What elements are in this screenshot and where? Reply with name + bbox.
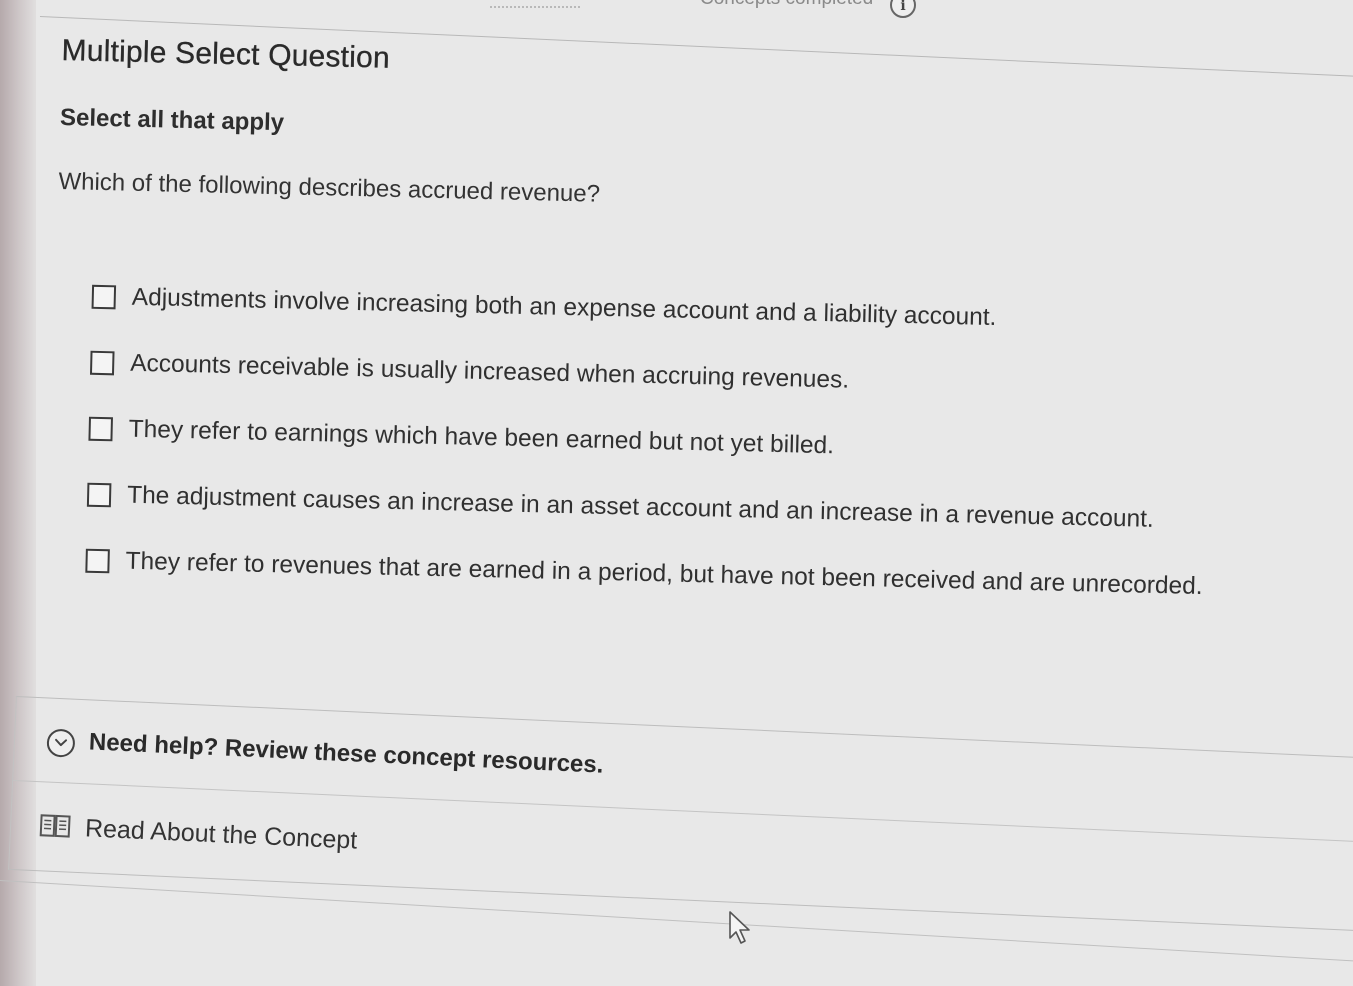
question-prompt: Which of the following describes accrued… xyxy=(58,167,601,208)
top-bar: Concepts completed i xyxy=(40,0,1353,18)
question-instruction: Select all that apply xyxy=(59,103,285,137)
chevron-down-icon[interactable] xyxy=(46,728,76,758)
answer-options: Adjustments involve increasing both an e… xyxy=(85,277,1353,611)
info-button[interactable]: i xyxy=(890,0,916,18)
question-card: Multiple Select Question Select all that… xyxy=(49,34,1353,636)
answer-option-label: They refer to earnings which have been e… xyxy=(128,415,835,460)
answer-option[interactable]: Adjustments involve increasing both an e… xyxy=(91,277,1353,347)
concept-resources-title: Need help? Review these concept resource… xyxy=(88,728,604,779)
mouse-pointer-icon xyxy=(728,910,754,951)
answer-checkbox[interactable] xyxy=(85,548,110,574)
answer-checkbox[interactable] xyxy=(91,284,117,310)
concepts-status-text: Concepts completed xyxy=(700,0,873,10)
answer-option[interactable]: They refer to revenues that are earned i… xyxy=(85,541,1350,611)
progress-indicator xyxy=(490,0,580,8)
answer-option-label: Accounts receivable is usually increased… xyxy=(129,349,850,394)
answer-option-label: The adjustment causes an increase in an … xyxy=(126,481,1155,533)
answer-option[interactable]: They refer to earnings which have been e… xyxy=(88,409,1353,479)
concept-resources-panel: Need help? Review these concept resource… xyxy=(8,696,1353,934)
book-icon xyxy=(38,812,71,844)
answer-checkbox[interactable] xyxy=(88,416,113,442)
answer-option-label: They refer to revenues that are earned i… xyxy=(125,547,1203,601)
read-about-concept-label: Read About the Concept xyxy=(84,814,358,855)
answer-checkbox[interactable] xyxy=(86,482,112,508)
answer-option[interactable]: Accounts receivable is usually increased… xyxy=(89,343,1353,413)
info-icon: i xyxy=(900,0,906,14)
answer-option[interactable]: The adjustment causes an increase in an … xyxy=(86,475,1352,545)
answer-checkbox[interactable] xyxy=(89,350,115,376)
question-type-title: Multiple Select Question xyxy=(61,34,391,75)
answer-option-label: Adjustments involve increasing both an e… xyxy=(131,283,997,332)
